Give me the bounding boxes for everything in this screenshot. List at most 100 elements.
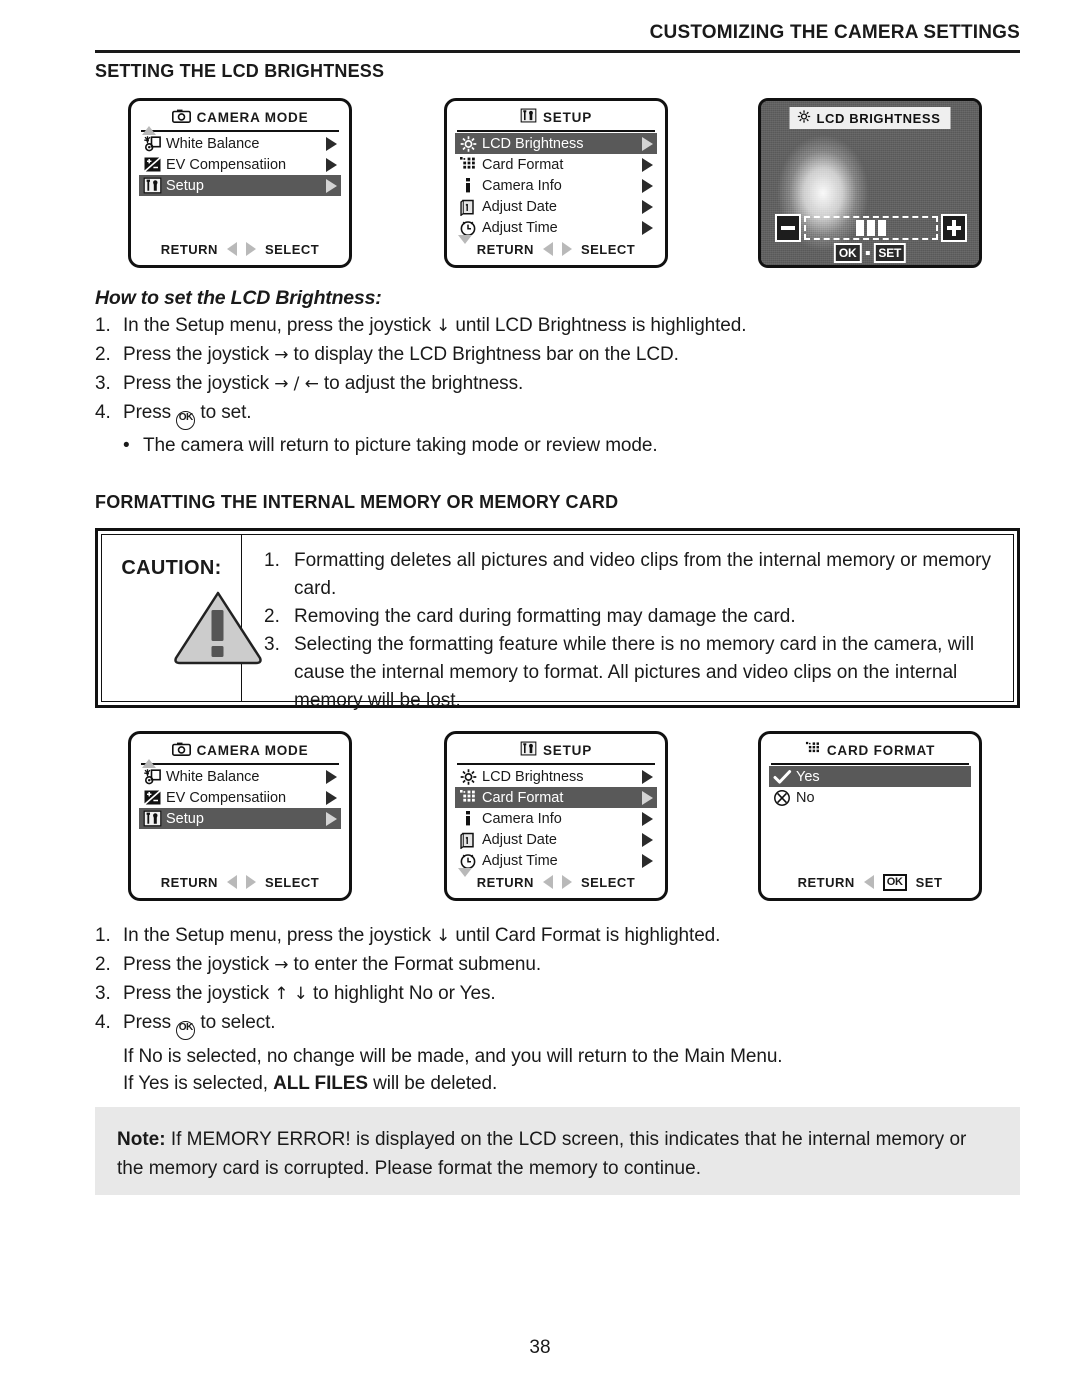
step-text-post: to highlight No or Yes. bbox=[307, 983, 496, 1004]
left-arrow-icon bbox=[542, 875, 553, 889]
step-text-post: to display the LCD Brightness bar on the… bbox=[288, 344, 679, 365]
footer-return-label: RETURN bbox=[476, 874, 534, 890]
joystick-left-right-icon: → / ← bbox=[274, 374, 319, 394]
step-text-pre: Press the joystick bbox=[123, 344, 275, 365]
sun-icon bbox=[797, 109, 812, 127]
menu-item-label: White Balance bbox=[166, 768, 260, 785]
menu-item-ev-compensation[interactable]: EV Compensatiion bbox=[139, 154, 341, 175]
menu-item-label: Camera Info bbox=[482, 810, 562, 827]
info-icon bbox=[457, 176, 479, 195]
lcd-screen-brightness-preview: LCD BRIGHTNESS OK SET bbox=[758, 98, 982, 268]
step-text: Press the joystick → / ← to adjust the b… bbox=[123, 371, 995, 397]
menu-item-label: Card Format bbox=[482, 156, 564, 173]
menu-item-ev-compensation[interactable]: EV Compensatiion bbox=[139, 787, 341, 808]
footer-select-label: SELECT bbox=[580, 874, 636, 890]
step-text: Press the joystick → to display the LCD … bbox=[123, 342, 995, 368]
list-item: 1. In the Setup menu, press the joystick… bbox=[95, 923, 995, 949]
step-text-pre: Press bbox=[123, 1012, 177, 1033]
sun-icon bbox=[457, 767, 479, 786]
step-number: 3. bbox=[95, 983, 111, 1004]
howto-heading: How to set the LCD Brightness: bbox=[95, 287, 382, 309]
menu-item-card-format[interactable]: Card Format bbox=[455, 787, 657, 808]
format-note-yes-pre: If Yes is selected, bbox=[123, 1073, 274, 1094]
submenu-arrow-icon bbox=[642, 853, 653, 868]
step-text-post: to adjust the brightness. bbox=[318, 373, 524, 394]
lcd-footer: RETURN SELECT bbox=[139, 239, 341, 261]
info-icon bbox=[457, 809, 479, 828]
ok-button-box[interactable]: OK bbox=[882, 873, 907, 891]
menu-item-label: Adjust Time bbox=[482, 219, 558, 236]
menu-item-lcd-brightness[interactable]: LCD Brightness bbox=[455, 133, 657, 154]
list-item: 2. Removing the card during formatting m… bbox=[264, 603, 999, 631]
menu-item-lcd-brightness[interactable]: LCD Brightness bbox=[455, 766, 657, 787]
brightness-track[interactable] bbox=[804, 216, 938, 240]
menu-item-camera-info[interactable]: Camera Info bbox=[455, 808, 657, 829]
howto-steps-list: 1. In the Setup menu, press the joystick… bbox=[95, 313, 995, 458]
camera-icon bbox=[171, 742, 191, 759]
lcd-title-text: SETUP bbox=[542, 109, 592, 125]
separator-dot-icon bbox=[865, 251, 870, 255]
menu-item-no[interactable]: No bbox=[769, 787, 971, 808]
ev-compensation-icon bbox=[141, 155, 163, 174]
caution-item-number: 2. bbox=[264, 606, 280, 627]
left-arrow-icon bbox=[226, 242, 237, 256]
page-number: 38 bbox=[529, 1337, 551, 1358]
brightness-slider[interactable] bbox=[775, 213, 967, 243]
footer-return-label: RETURN bbox=[797, 874, 855, 890]
menu-item-white-balance[interactable]: White Balance bbox=[139, 133, 341, 154]
minus-button[interactable] bbox=[775, 214, 801, 242]
submenu-arrow-icon bbox=[326, 157, 337, 172]
menu-item-white-balance[interactable]: White Balance bbox=[139, 766, 341, 787]
menu-item-setup[interactable]: Setup bbox=[139, 808, 341, 829]
menu-item-card-format[interactable]: Card Format bbox=[455, 154, 657, 175]
menu-item-camera-info[interactable]: Camera Info bbox=[455, 175, 657, 196]
lcd-title-bar: CAMERA MODE bbox=[139, 107, 341, 135]
menu-item-label: Card Format bbox=[482, 789, 564, 806]
list-item: 3. Press the joystick → / ← to adjust th… bbox=[95, 371, 995, 397]
caution-item-text: Selecting the formatting feature while t… bbox=[294, 634, 975, 711]
lcd-screen-camera-mode-1: CAMERA MODE White Balance EV Compensatii… bbox=[128, 98, 352, 268]
lcd-screen-camera-mode-2: CAMERA MODE White Balance EV Compensatii… bbox=[128, 731, 352, 901]
step-text-pre: Press the joystick bbox=[123, 373, 275, 394]
submenu-arrow-icon bbox=[642, 136, 653, 151]
submenu-arrow-icon bbox=[642, 157, 653, 172]
list-item: 2. Press the joystick → to enter the For… bbox=[95, 952, 995, 978]
camera-icon bbox=[171, 109, 191, 126]
setup-tools-icon bbox=[141, 176, 163, 195]
left-arrow-icon bbox=[863, 875, 874, 889]
set-label-chip: SET bbox=[873, 243, 907, 263]
plus-button[interactable] bbox=[941, 214, 967, 242]
step-text-pre: Press the joystick bbox=[123, 983, 275, 1004]
lcd-screen-setup-card-format: SETUP LCD Brightness Card Format Camera … bbox=[444, 731, 668, 901]
menu-item-adjust-date[interactable]: Adjust Date bbox=[455, 829, 657, 850]
lcd-menu-list: LCD Brightness Card Format Camera Info A… bbox=[455, 132, 657, 239]
left-arrow-icon bbox=[226, 875, 237, 889]
ok-button-chip[interactable]: OK bbox=[833, 243, 862, 263]
menu-item-label: LCD Brightness bbox=[482, 135, 584, 152]
menu-item-adjust-time[interactable]: Adjust Time bbox=[455, 217, 657, 238]
step-text-pre: In the Setup menu, press the joystick bbox=[123, 315, 437, 336]
menu-item-adjust-time[interactable]: Adjust Time bbox=[455, 850, 657, 871]
setup-tools-icon bbox=[520, 741, 537, 759]
right-arrow-icon bbox=[245, 242, 256, 256]
menu-item-setup[interactable]: Setup bbox=[139, 175, 341, 196]
step-text-post: to select. bbox=[195, 1012, 276, 1033]
step-text-pre: Press the joystick bbox=[123, 954, 275, 975]
step-text-pre: Press bbox=[123, 402, 177, 423]
brightness-segment bbox=[867, 220, 875, 236]
lcd-footer: RETURN SELECT bbox=[455, 868, 657, 894]
footer-select-label: SELECT bbox=[580, 241, 636, 257]
lcd-screen-setup-brightness: SETUP LCD Brightness Card Format Camera … bbox=[444, 98, 668, 268]
step-text: In the Setup menu, press the joystick ↓ … bbox=[123, 313, 995, 339]
step-text-post: until Card Format is highlighted. bbox=[450, 925, 721, 946]
footer-return-label: RETURN bbox=[476, 241, 534, 257]
scroll-up-caret-icon bbox=[142, 111, 156, 135]
lcd-footer: RETURN OK SET bbox=[769, 872, 971, 894]
step-number: 1. bbox=[95, 315, 111, 336]
menu-item-adjust-date[interactable]: Adjust Date bbox=[455, 196, 657, 217]
menu-item-label: Adjust Time bbox=[482, 852, 558, 869]
step-number: 4. bbox=[95, 1012, 111, 1033]
menu-item-yes[interactable]: Yes bbox=[769, 766, 971, 787]
submenu-arrow-icon bbox=[326, 790, 337, 805]
header-rule bbox=[95, 50, 1020, 53]
